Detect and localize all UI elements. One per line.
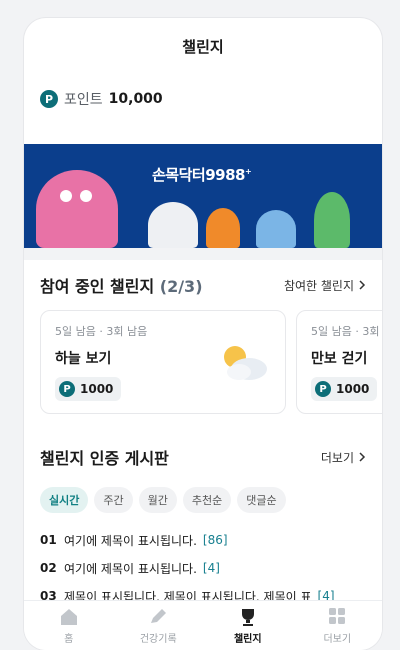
phone-frame: 챌린지 P 포인트 10,000 손목닥터9988+ 참여 중인 챌린지 (2/… bbox=[24, 18, 382, 650]
filter-comments[interactable]: 댓글순 bbox=[237, 487, 286, 513]
board-filters: 실시간 주간 월간 추천순 댓글순 bbox=[24, 482, 382, 518]
pencil-icon bbox=[151, 608, 167, 623]
sun-cloud-icon bbox=[224, 346, 267, 380]
section-divider bbox=[24, 248, 382, 260]
blue-character-illustration bbox=[256, 210, 296, 248]
tab-home[interactable]: 홈 bbox=[24, 601, 114, 650]
bottom-tab-bar: 홈 건강기록 챌린지 더보기 bbox=[24, 600, 382, 650]
ongoing-title: 참여 중인 챌린지 (2/3) bbox=[40, 277, 203, 296]
list-item[interactable]: 01 여기에 제목이 표시됩니다. [86] bbox=[40, 526, 366, 554]
banner-brand: 손목닥터9988+ bbox=[152, 166, 252, 184]
filter-weekly[interactable]: 주간 bbox=[94, 487, 133, 513]
post-list: 01 여기에 제목이 표시됩니다. [86] 02 여기에 제목이 표시됩니다.… bbox=[24, 518, 382, 610]
challenge-card[interactable]: 5일 남음 · 3회 남음 만보 걷기 P 1000 bbox=[296, 310, 382, 414]
joined-challenges-link[interactable]: 참여한 챌린지 bbox=[284, 277, 366, 294]
filter-realtime[interactable]: 실시간 bbox=[40, 487, 89, 513]
ongoing-header: 참여 중인 챌린지 (2/3) 참여한 챌린지 bbox=[24, 260, 382, 310]
filter-monthly[interactable]: 월간 bbox=[138, 487, 177, 513]
challenge-card[interactable]: 5일 남음 · 3회 남음 하늘 보기 P 1000 bbox=[40, 310, 286, 414]
challenge-carousel[interactable]: 5일 남음 · 3회 남음 하늘 보기 P 1000 5일 남음 · 3회 남음… bbox=[24, 310, 382, 416]
promo-banner[interactable]: 손목닥터9988+ bbox=[24, 144, 382, 248]
white-character-illustration bbox=[148, 202, 198, 248]
chevron-right-icon bbox=[359, 280, 366, 290]
challenge-meta: 5일 남음 · 3회 남음 bbox=[55, 325, 148, 338]
challenge-meta: 5일 남음 · 3회 남음 bbox=[311, 325, 382, 338]
point-coin-icon: P bbox=[40, 90, 58, 108]
point-coin-icon: P bbox=[59, 381, 75, 397]
page-title: 챌린지 bbox=[182, 37, 224, 56]
home-icon bbox=[60, 608, 77, 625]
board-header: 챌린지 인증 게시판 더보기 bbox=[24, 432, 382, 482]
points-label: 포인트 bbox=[64, 92, 103, 108]
tab-challenge[interactable]: 챌린지 bbox=[203, 601, 293, 650]
list-item[interactable]: 02 여기에 제목이 표시됩니다. [4] bbox=[40, 554, 366, 582]
point-coin-icon: P bbox=[315, 381, 331, 397]
pink-monster-eyes bbox=[60, 190, 94, 202]
chevron-right-icon bbox=[359, 452, 366, 462]
filter-recommended[interactable]: 추천순 bbox=[182, 487, 232, 513]
tab-health-record[interactable]: 건강기록 bbox=[114, 601, 204, 650]
challenge-points: P 1000 bbox=[311, 377, 378, 401]
orange-character-illustration bbox=[206, 208, 240, 248]
board-more-link[interactable]: 더보기 bbox=[321, 449, 366, 466]
tab-more[interactable]: 더보기 bbox=[293, 601, 383, 650]
grid-icon bbox=[329, 607, 346, 624]
challenge-name: 만보 걷기 bbox=[311, 351, 368, 367]
points-row: P 포인트 10,000 bbox=[24, 74, 382, 114]
points-value: 10,000 bbox=[108, 91, 163, 107]
pink-monster-illustration bbox=[36, 170, 118, 248]
trophy-icon bbox=[241, 608, 254, 626]
challenge-points: P 1000 bbox=[55, 377, 122, 401]
board-title: 챌린지 인증 게시판 bbox=[40, 449, 169, 468]
green-character-illustration bbox=[314, 192, 350, 248]
